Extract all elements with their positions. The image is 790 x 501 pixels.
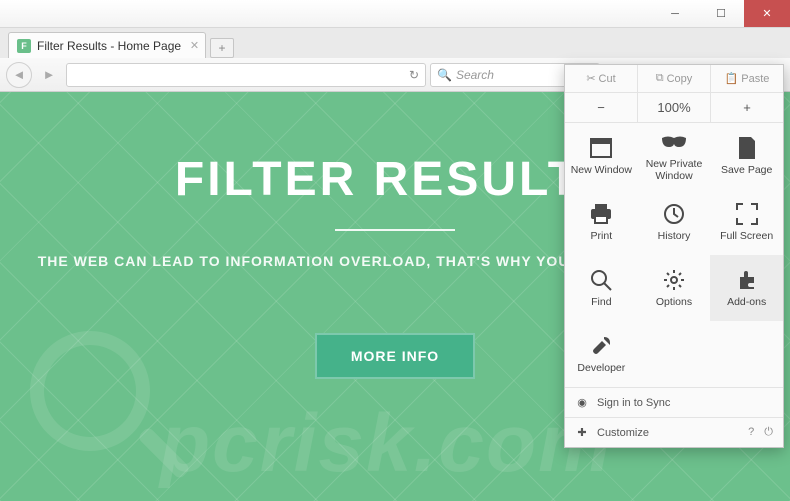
window-icon — [588, 135, 614, 161]
tab-active[interactable]: F Filter Results - Home Page ✕ — [8, 32, 206, 58]
back-button[interactable]: ◄ — [6, 62, 32, 88]
paste-icon: 📋 — [725, 72, 739, 85]
signin-label: Sign in to Sync — [597, 397, 670, 409]
menu-item-options[interactable]: Options — [638, 255, 711, 321]
menu-item-label: Save Page — [721, 165, 772, 177]
copy-icon: ⧉ — [656, 72, 664, 85]
find-icon — [588, 267, 614, 293]
heading-divider — [335, 229, 455, 231]
menu-item-label: History — [658, 231, 691, 243]
maximize-button[interactable]: ☐ — [698, 0, 744, 27]
customize-label: Customize — [597, 427, 649, 439]
menu-item-addons[interactable]: Add-ons — [710, 255, 783, 321]
paste-button[interactable]: 📋Paste — [711, 65, 783, 92]
tab-title: Filter Results - Home Page — [37, 39, 181, 53]
zoom-value: 100% — [638, 93, 711, 122]
addons-icon — [734, 267, 760, 293]
menu-item-label: Options — [656, 297, 692, 309]
mask-icon — [661, 129, 687, 155]
menu-item-label: New Window — [571, 165, 632, 177]
new-tab-button[interactable]: + — [210, 38, 234, 58]
menu-item-save[interactable]: Save Page — [710, 123, 783, 189]
zoom-out-button[interactable]: − — [565, 93, 638, 122]
reload-icon[interactable]: ↻ — [409, 68, 419, 82]
url-bar[interactable]: ↻ — [66, 63, 426, 87]
fullscreen-icon — [734, 201, 760, 227]
zoom-row: − 100% + — [565, 93, 783, 123]
menu-item-window[interactable]: New Window — [565, 123, 638, 189]
minimize-button[interactable]: ─ — [652, 0, 698, 27]
menu-grid: New Window New Private Window Save Page Pri… — [565, 123, 783, 387]
menu-item-empty — [710, 321, 783, 387]
forward-button[interactable]: ► — [36, 62, 62, 88]
options-icon — [661, 267, 687, 293]
more-info-button[interactable]: MORE INFO — [315, 333, 475, 379]
hamburger-menu-panel: ✂Cut ⧉Copy 📋Paste − 100% + New WindowNew… — [564, 64, 784, 448]
search-icon: 🔍 — [437, 68, 452, 82]
customize-icon: ✚ — [575, 426, 589, 439]
power-icon[interactable]: ⏻ — [764, 426, 773, 439]
tab-close-icon[interactable]: ✕ — [190, 39, 199, 52]
menu-item-empty — [638, 321, 711, 387]
menu-item-developer[interactable]: Developer — [565, 321, 638, 387]
search-placeholder: Search — [456, 68, 494, 82]
menu-item-label: Print — [591, 231, 613, 243]
menu-item-label: Full Screen — [720, 231, 773, 243]
cut-button[interactable]: ✂Cut — [565, 65, 638, 92]
tab-strip: F Filter Results - Home Page ✕ + — [0, 28, 790, 58]
sync-icon: ◉ — [575, 396, 589, 409]
copy-button[interactable]: ⧉Copy — [638, 65, 711, 92]
edit-row: ✂Cut ⧉Copy 📋Paste — [565, 65, 783, 93]
developer-icon — [588, 333, 614, 359]
history-icon — [661, 201, 687, 227]
menu-item-label: Add-ons — [727, 297, 766, 309]
menu-item-find[interactable]: Find — [565, 255, 638, 321]
help-icon[interactable]: ? — [748, 426, 754, 439]
tab-favicon: F — [17, 39, 31, 53]
menu-item-label: New Private Window — [638, 159, 711, 182]
cut-icon: ✂ — [586, 72, 595, 85]
close-button[interactable]: ✕ — [744, 0, 790, 27]
menu-item-print[interactable]: Print — [565, 189, 638, 255]
menu-item-mask[interactable]: New Private Window — [638, 123, 711, 189]
window-controls: ─ ☐ ✕ — [652, 0, 790, 27]
menu-item-fullscreen[interactable]: Full Screen — [710, 189, 783, 255]
window-titlebar: ─ ☐ ✕ — [0, 0, 790, 28]
print-icon — [588, 201, 614, 227]
signin-row[interactable]: ◉ Sign in to Sync — [565, 387, 783, 417]
customize-row[interactable]: ✚ Customize ? ⏻ — [565, 417, 783, 447]
menu-item-history[interactable]: History — [638, 189, 711, 255]
menu-item-label: Find — [591, 297, 611, 309]
zoom-in-button[interactable]: + — [711, 93, 783, 122]
menu-item-label: Developer — [577, 363, 625, 375]
save-icon — [734, 135, 760, 161]
